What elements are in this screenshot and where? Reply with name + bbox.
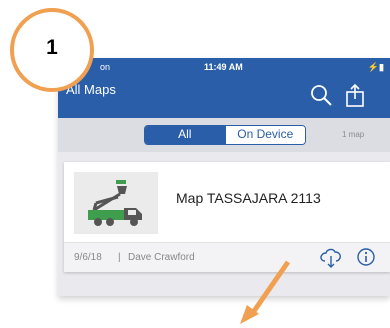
- app-screen: on 11:49 AM ⚡▮ All Maps All On Device 1 …: [58, 58, 390, 296]
- carrier-label: on: [100, 62, 111, 72]
- segment-all[interactable]: All: [145, 126, 225, 144]
- share-icon[interactable]: [342, 82, 368, 108]
- navigation-bar: on 11:49 AM ⚡▮ All Maps: [58, 58, 390, 118]
- status-time: 11:49 AM: [204, 62, 243, 72]
- status-bar: on 11:49 AM ⚡▮: [58, 60, 390, 76]
- map-card[interactable]: Map TASSAJARA 2113 9/6/18 | Dave Crawfor…: [64, 162, 390, 272]
- step-number: 1: [46, 36, 58, 59]
- map-author: Dave Crawford: [128, 252, 195, 263]
- segment-on-device[interactable]: On Device: [224, 126, 305, 144]
- filter-segmented-control: All On Device: [144, 125, 306, 145]
- battery-icon: ⚡▮: [367, 62, 384, 72]
- map-date: 9/6/18: [74, 252, 102, 263]
- card-footer: 9/6/18 | Dave Crawford: [64, 243, 390, 272]
- bucket-truck-icon: [74, 172, 158, 234]
- meta-separator: |: [118, 252, 121, 263]
- cloud-download-icon[interactable]: [318, 245, 344, 269]
- info-icon[interactable]: [356, 247, 376, 267]
- map-count: 1 map: [342, 130, 365, 139]
- search-icon[interactable]: [308, 82, 334, 108]
- map-title[interactable]: Map TASSAJARA 2113: [176, 190, 321, 206]
- step-number-badge: 1: [10, 8, 94, 92]
- filter-toolbar: All On Device 1 map: [58, 118, 390, 152]
